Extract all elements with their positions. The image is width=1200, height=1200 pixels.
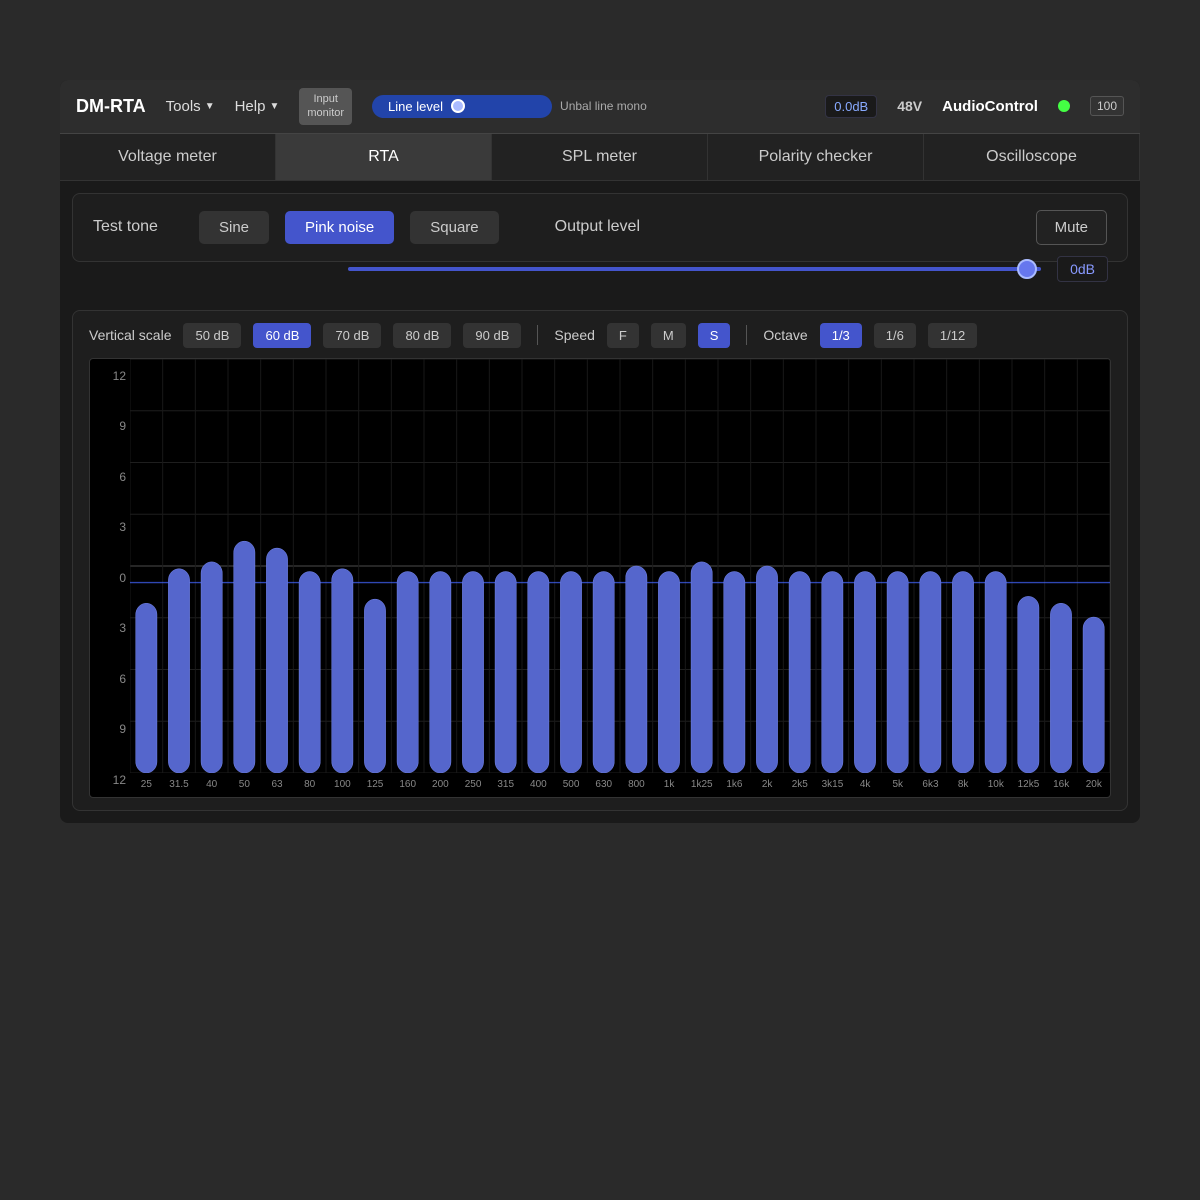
x-label-100: 100 [326,779,359,790]
y-label-9: 9 [94,419,126,433]
x-label-200: 200 [424,779,457,790]
input-monitor-button[interactable]: Inputmonitor [299,88,352,125]
x-axis: 25 31.5 40 50 63 80 100 125 160 200 250 … [130,773,1110,797]
y-label-minus12: 12 [94,773,126,787]
slider-track [348,267,1041,271]
test-tone-label: Test tone [93,218,183,236]
x-label-6k3: 6k3 [914,779,947,790]
separator-2 [746,325,747,345]
x-label-160: 160 [391,779,424,790]
tab-polarity-checker[interactable]: Polarity checker [708,134,924,180]
x-label-20k: 20k [1077,779,1110,790]
octave-1-12[interactable]: 1/12 [928,323,977,348]
tools-arrow-icon: ▼ [205,101,215,112]
app-container: DM-RTA Tools ▼ Help ▼ Inputmonitor Line … [60,80,1140,823]
y-label-minus6: 6 [94,672,126,686]
tab-oscilloscope[interactable]: Oscilloscope [924,134,1140,180]
line-level-bar[interactable]: Line level [372,95,552,118]
tab-spl-meter[interactable]: SPL meter [492,134,708,180]
x-label-125: 125 [359,779,392,790]
x-label-800: 800 [620,779,653,790]
status-indicator [1058,100,1070,112]
x-label-1k25: 1k25 [685,779,718,790]
pink-noise-button[interactable]: Pink noise [285,211,394,244]
speed-s[interactable]: S [698,323,731,348]
tab-bar: Voltage meter RTA SPL meter Polarity che… [60,134,1140,181]
x-label-2k: 2k [751,779,784,790]
y-label-0: 0 [94,571,126,585]
square-button[interactable]: Square [410,211,498,244]
line-level-control: Line level Unbal line mono [372,95,805,118]
x-label-50: 50 [228,779,261,790]
octave-label: Octave [763,327,807,343]
scale-90db[interactable]: 90 dB [463,323,521,348]
app-title: DM-RTA [76,96,146,117]
unbal-label: Unbal line mono [560,99,647,113]
test-tone-section: Test tone Sine Pink noise Square Output … [72,193,1128,262]
x-label-1k: 1k [653,779,686,790]
scale-70db[interactable]: 70 dB [323,323,381,348]
x-label-5k: 5k [881,779,914,790]
y-label-minus9: 9 [94,722,126,736]
x-label-3k15: 3k15 [816,779,849,790]
help-menu[interactable]: Help ▼ [235,98,280,115]
db-value-display[interactable]: 0.0dB [825,95,877,118]
octave-1-3[interactable]: 1/3 [820,323,862,348]
octave-1-6[interactable]: 1/6 [874,323,916,348]
y-axis: 12 9 6 3 0 3 6 9 12 [90,359,130,797]
rta-svg-chart [130,359,1110,773]
output-level-label: Output level [555,218,640,236]
audiocontrol-logo: AudioControl [942,98,1038,115]
scale-60db[interactable]: 60 dB [253,323,311,348]
x-label-1k6: 1k6 [718,779,751,790]
rta-chart: 12 9 6 3 0 3 6 9 12 25 31.5 40 50 63 80 … [89,358,1111,798]
slider-db-label: 0dB [1057,256,1108,282]
x-label-40: 40 [195,779,228,790]
tab-rta[interactable]: RTA [276,134,492,180]
slider-row-section: 0dB [72,256,1128,298]
x-label-8k: 8k [947,779,980,790]
x-label-630: 630 [587,779,620,790]
48v-label[interactable]: 48V [897,98,922,114]
x-label-500: 500 [555,779,588,790]
x-label-400: 400 [522,779,555,790]
vertical-scale-label: Vertical scale [89,327,171,343]
mute-button[interactable]: Mute [1036,210,1107,245]
scale-50db[interactable]: 50 dB [183,323,241,348]
x-label-315: 315 [489,779,522,790]
x-label-80: 80 [293,779,326,790]
rta-controls: Vertical scale 50 dB 60 dB 70 dB 80 dB 9… [89,323,1111,348]
speed-label: Speed [554,327,594,343]
y-label-12-top: 12 [94,369,126,383]
sine-button[interactable]: Sine [199,211,269,244]
speed-f[interactable]: F [607,323,639,348]
line-level-knob[interactable] [451,99,465,113]
x-label-12k5: 12k5 [1012,779,1045,790]
help-arrow-icon: ▼ [269,101,279,112]
x-label-4k: 4k [849,779,882,790]
speed-m[interactable]: M [651,323,686,348]
y-label-3: 3 [94,520,126,534]
tab-voltage-meter[interactable]: Voltage meter [60,134,276,180]
x-label-16k: 16k [1045,779,1078,790]
x-label-2k5: 2k5 [783,779,816,790]
y-label-6: 6 [94,470,126,484]
x-label-63: 63 [261,779,294,790]
tools-menu[interactable]: Tools ▼ [166,98,215,115]
x-label-31-5: 31.5 [163,779,196,790]
y-label-minus3: 3 [94,621,126,635]
separator-1 [537,325,538,345]
output-level-slider[interactable] [348,259,1041,279]
rta-section: Vertical scale 50 dB 60 dB 70 dB 80 dB 9… [72,310,1128,811]
x-label-25: 25 [130,779,163,790]
level-badge: 100 [1090,96,1124,116]
slider-thumb [1017,259,1037,279]
x-label-10k: 10k [979,779,1012,790]
scale-80db[interactable]: 80 dB [393,323,451,348]
x-label-250: 250 [457,779,490,790]
menu-bar: DM-RTA Tools ▼ Help ▼ Inputmonitor Line … [60,80,1140,134]
